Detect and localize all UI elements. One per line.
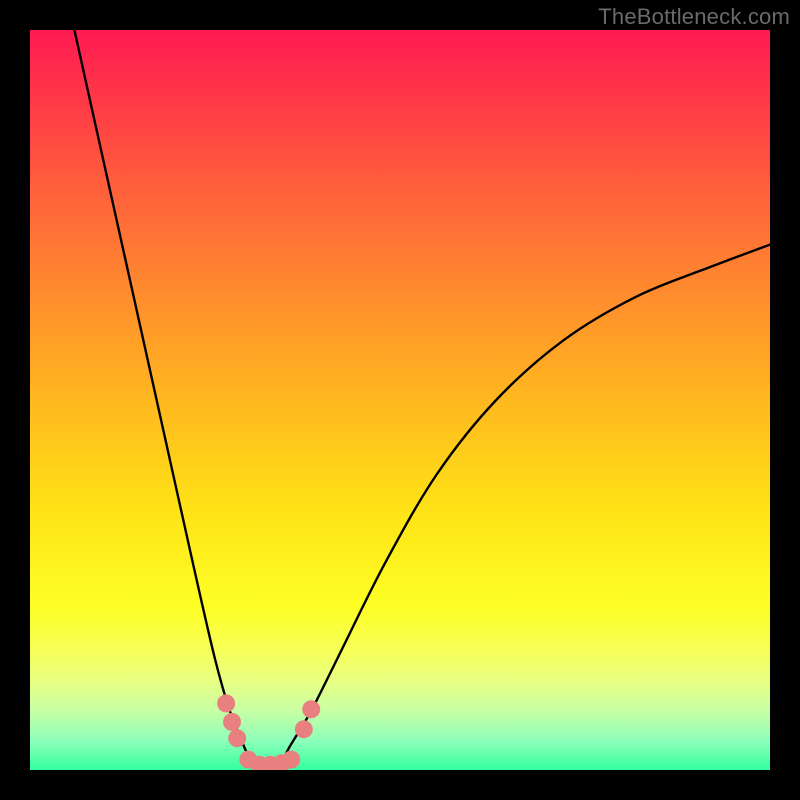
- curve-markers: [217, 694, 320, 770]
- curve-marker: [217, 694, 235, 712]
- chart-svg: [30, 30, 770, 770]
- watermark-text: TheBottleneck.com: [598, 4, 790, 30]
- curve-marker: [228, 729, 246, 747]
- curve-marker: [223, 713, 241, 731]
- chart-area: [30, 30, 770, 770]
- curve-marker: [302, 700, 320, 718]
- curve-marker: [282, 751, 300, 769]
- bottleneck-curve: [74, 30, 770, 766]
- curve-marker: [295, 720, 313, 738]
